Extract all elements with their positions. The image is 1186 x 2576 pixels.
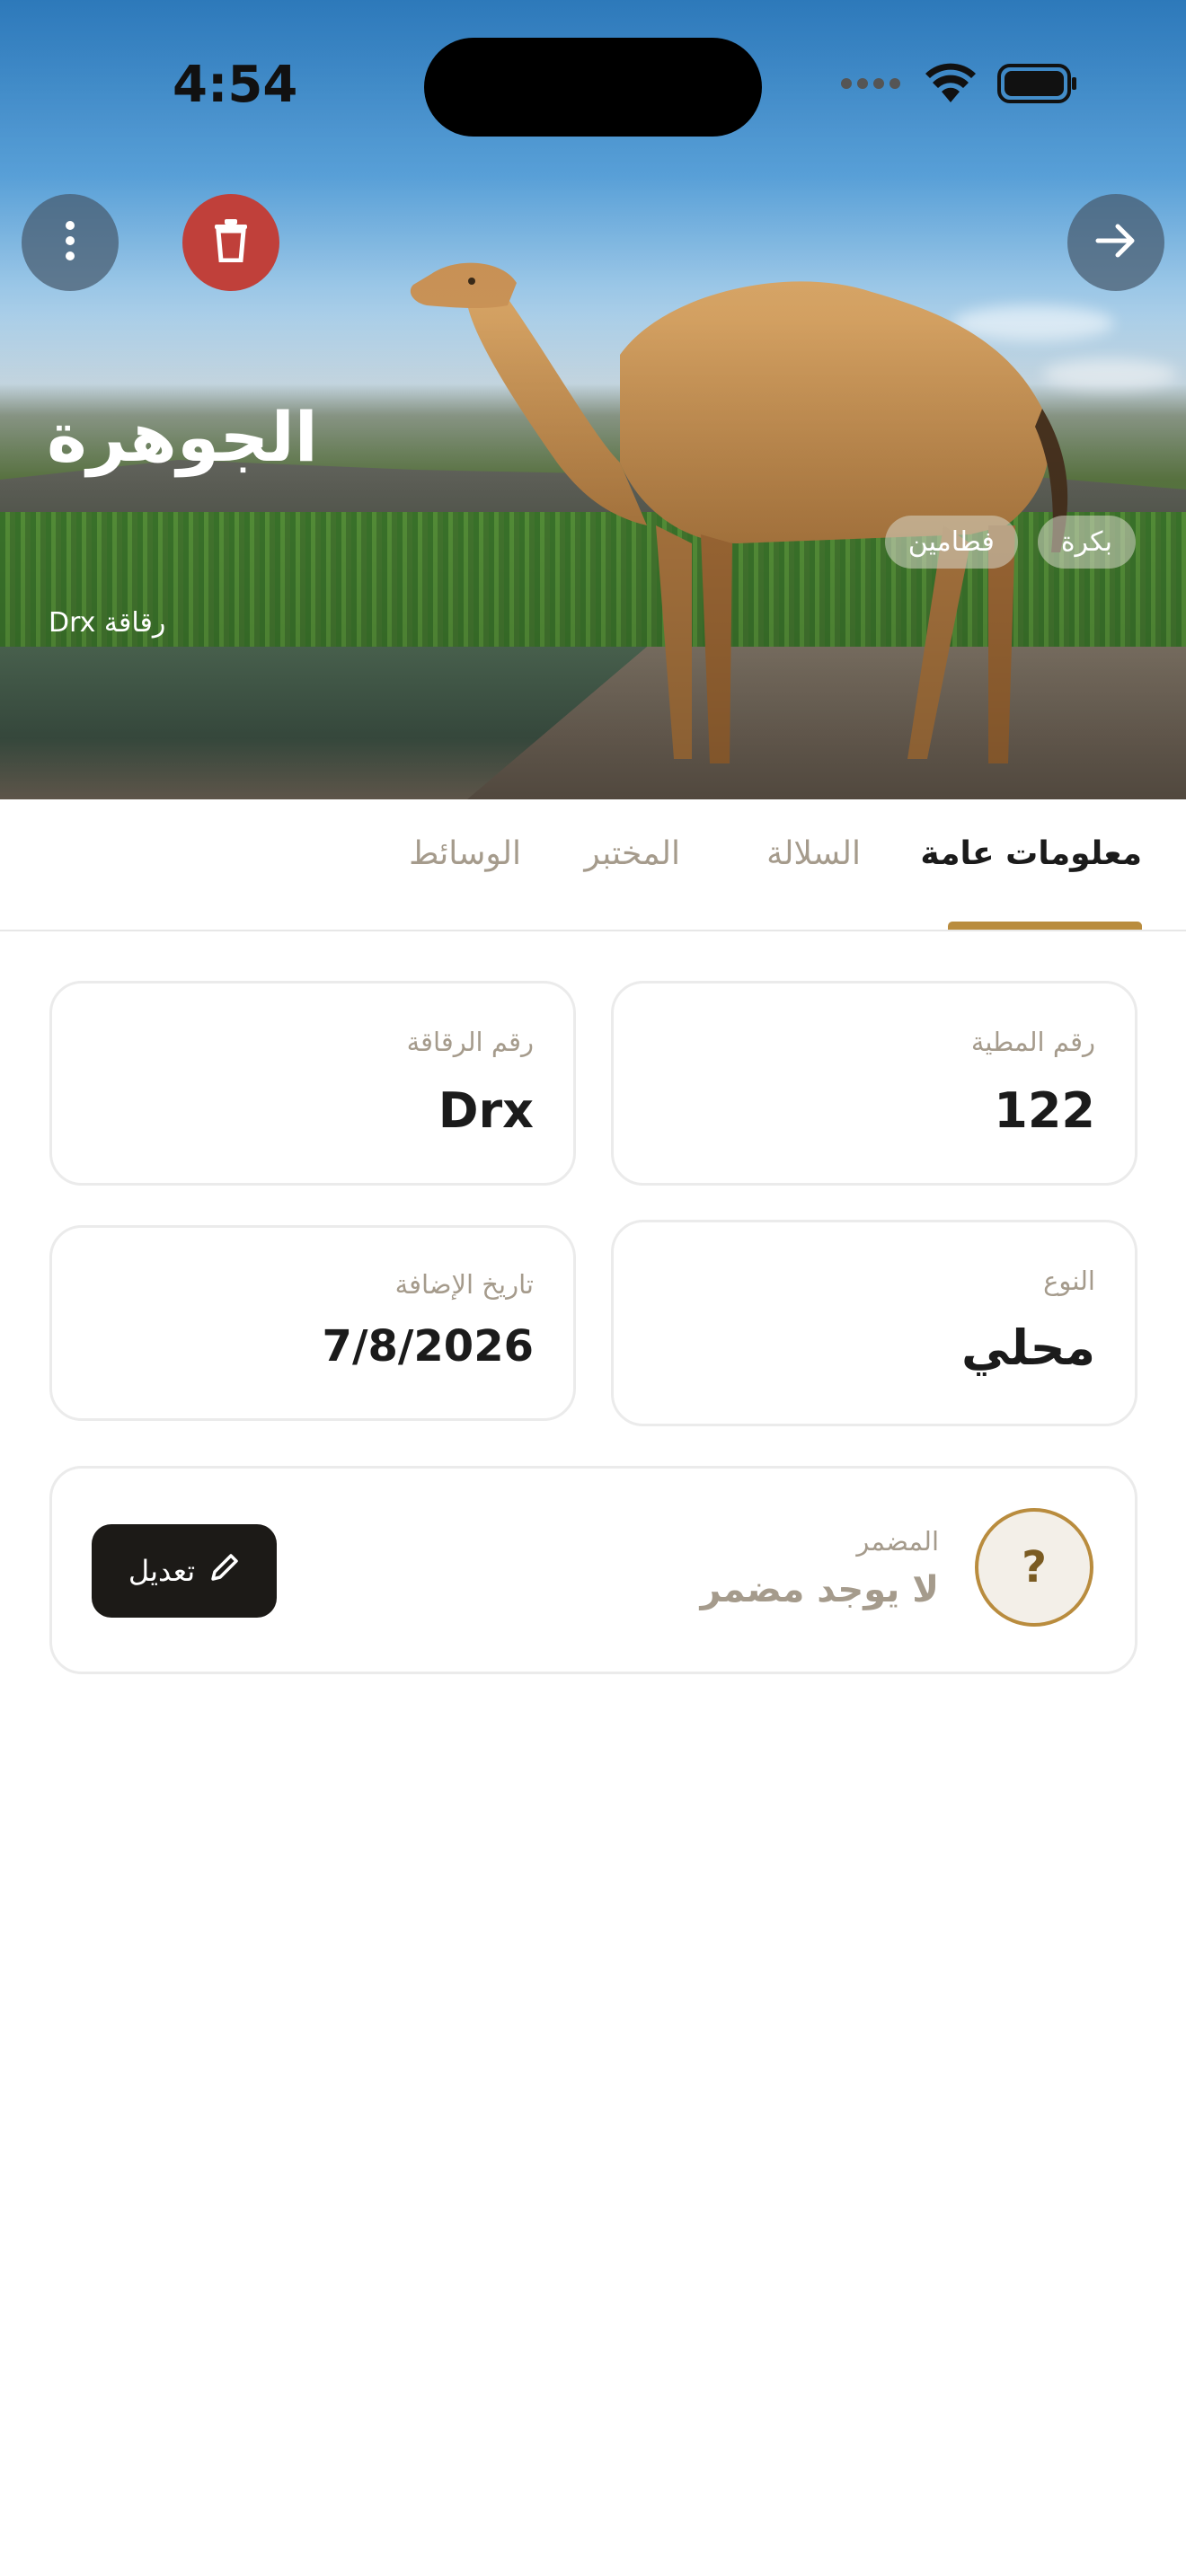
tab-lab[interactable]: المختبر	[584, 835, 680, 872]
more-options-button[interactable]	[22, 194, 119, 291]
unknown-trainer-icon: ?	[975, 1508, 1093, 1627]
date-added-label: تاريخ الإضافة	[394, 1269, 534, 1300]
chip-subtitle: رقاقة Drx	[49, 607, 166, 639]
battery-icon	[997, 64, 1078, 107]
trainer-label: المضمر	[856, 1526, 939, 1557]
chip-number-label: رقم الرقاقة	[406, 1027, 534, 1057]
tab-media[interactable]: الوسائط	[409, 835, 521, 872]
trainer-value: لا يوجد مضمر	[700, 1569, 939, 1610]
camel-number-card: رقم المطية 122	[611, 981, 1137, 1186]
tab-bar: معلومات عامة السلالة المختبر الوسائط	[0, 799, 1186, 931]
arrow-right-icon	[1094, 223, 1137, 262]
tab-general-info[interactable]: معلومات عامة	[920, 835, 1142, 872]
edit-label: تعديل	[128, 1554, 196, 1588]
camel-number-value: 122	[994, 1082, 1095, 1139]
trash-icon	[213, 219, 249, 266]
tag-chips: بكرة فطامين	[884, 516, 1136, 569]
edit-trainer-button[interactable]: تعديل	[92, 1524, 277, 1618]
tag-chip: فطامين	[884, 516, 1018, 569]
tag-chip: بكرة	[1037, 516, 1136, 569]
chip-number-value: Drx	[438, 1082, 534, 1139]
signal-icon	[839, 75, 904, 96]
dynamic-island	[424, 38, 762, 137]
camel-number-label: رقم المطية	[970, 1027, 1095, 1057]
chip-number-card: رقم الرقاقة Drx	[49, 981, 576, 1186]
delete-button[interactable]	[182, 194, 279, 291]
pencil-icon	[209, 1552, 240, 1590]
type-card: النوع محلي	[611, 1220, 1137, 1426]
status-time: 4:54	[173, 56, 298, 114]
date-added-card: تاريخ الإضافة 7/8/2026	[49, 1225, 576, 1421]
type-label: النوع	[1043, 1266, 1095, 1296]
tab-lineage[interactable]: السلالة	[766, 835, 861, 872]
camel-name: الجوهرة	[47, 397, 318, 477]
more-vertical-icon	[63, 220, 77, 265]
status-icons	[839, 63, 1078, 108]
date-added-value: 7/8/2026	[322, 1321, 534, 1372]
back-button[interactable]	[1067, 194, 1164, 291]
trainer-card: ? المضمر لا يوجد مضمر تعديل	[49, 1466, 1137, 1674]
active-tab-indicator	[948, 922, 1142, 930]
type-value: محلي	[960, 1319, 1095, 1376]
wifi-icon	[924, 63, 978, 108]
